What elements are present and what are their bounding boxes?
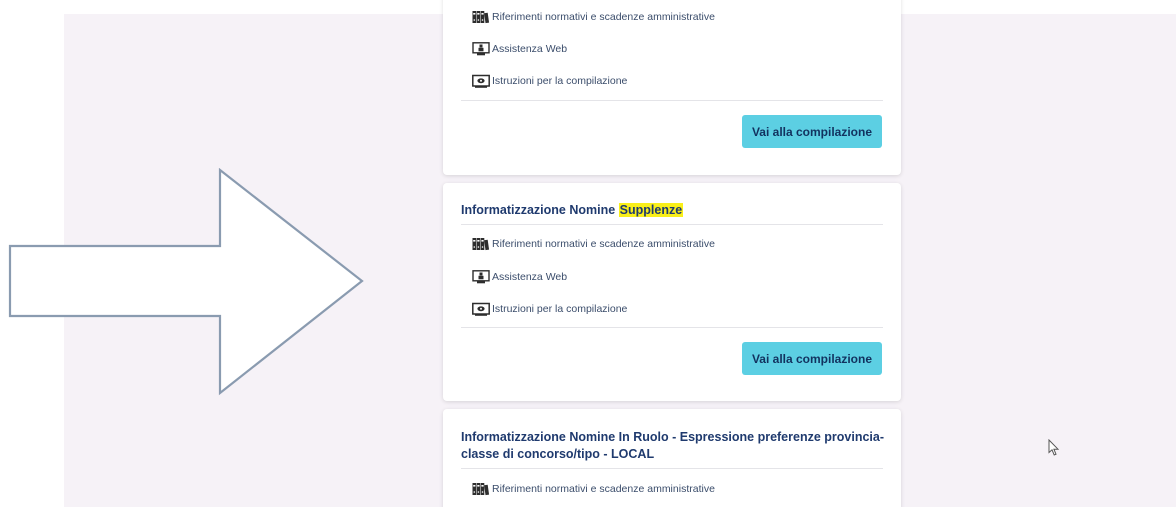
mouse-cursor-icon [1048, 438, 1060, 457]
link-istruzioni-compilazione[interactable]: Istruzioni per la compilazione [472, 72, 627, 90]
monitor-instructions-icon [472, 74, 490, 88]
annotation-arrow [0, 167, 370, 398]
card-title-text: Informatizzazione Nomine [461, 203, 619, 217]
card-title: Informatizzazione Nomine Supplenze [461, 202, 886, 219]
link-label: Riferimenti normativi e scadenze amminis… [492, 11, 715, 23]
search-highlight: Supplenze [618, 203, 684, 217]
service-card-in-ruolo: Informatizzazione Nomine In Ruolo - Espr… [443, 409, 901, 507]
link-istruzioni-compilazione[interactable]: Istruzioni per la compilazione [472, 300, 627, 318]
link-riferimenti-normativi[interactable]: Riferimenti normativi e scadenze amminis… [472, 8, 715, 26]
right-arrow-icon [8, 167, 364, 396]
link-label: Riferimenti normativi e scadenze amminis… [492, 483, 715, 495]
binders-icon [472, 482, 490, 496]
link-label: Istruzioni per la compilazione [492, 75, 628, 87]
link-assistenza-web[interactable]: Assistenza Web [472, 268, 567, 286]
card-divider [461, 100, 883, 101]
vai-alla-compilazione-button[interactable]: Vai alla compilazione [742, 342, 882, 375]
vai-alla-compilazione-button[interactable]: Vai alla compilazione [742, 115, 882, 148]
card-title: Informatizzazione Nomine In Ruolo - Espr… [461, 430, 884, 461]
computer-support-icon [472, 42, 490, 56]
link-assistenza-web[interactable]: Assistenza Web [472, 40, 567, 58]
link-label: Assistenza Web [492, 43, 568, 55]
link-riferimenti-normativi[interactable]: Riferimenti normativi e scadenze amminis… [472, 235, 715, 253]
binders-icon [472, 10, 490, 24]
computer-support-icon [472, 270, 490, 284]
link-label: Istruzioni per la compilazione [492, 303, 628, 315]
binders-icon [472, 237, 490, 251]
service-card-supplenze: Informatizzazione Nomine Supplenze Rifer… [443, 183, 901, 401]
link-label: Assistenza Web [492, 271, 568, 283]
monitor-instructions-icon [472, 302, 490, 316]
card-divider [461, 224, 883, 225]
link-label: Riferimenti normativi e scadenze amminis… [492, 238, 715, 250]
card-divider [461, 327, 883, 328]
service-card: Riferimenti normativi e scadenze amminis… [443, 0, 901, 175]
link-riferimenti-normativi[interactable]: Riferimenti normativi e scadenze amminis… [472, 480, 715, 498]
card-divider [461, 468, 883, 469]
